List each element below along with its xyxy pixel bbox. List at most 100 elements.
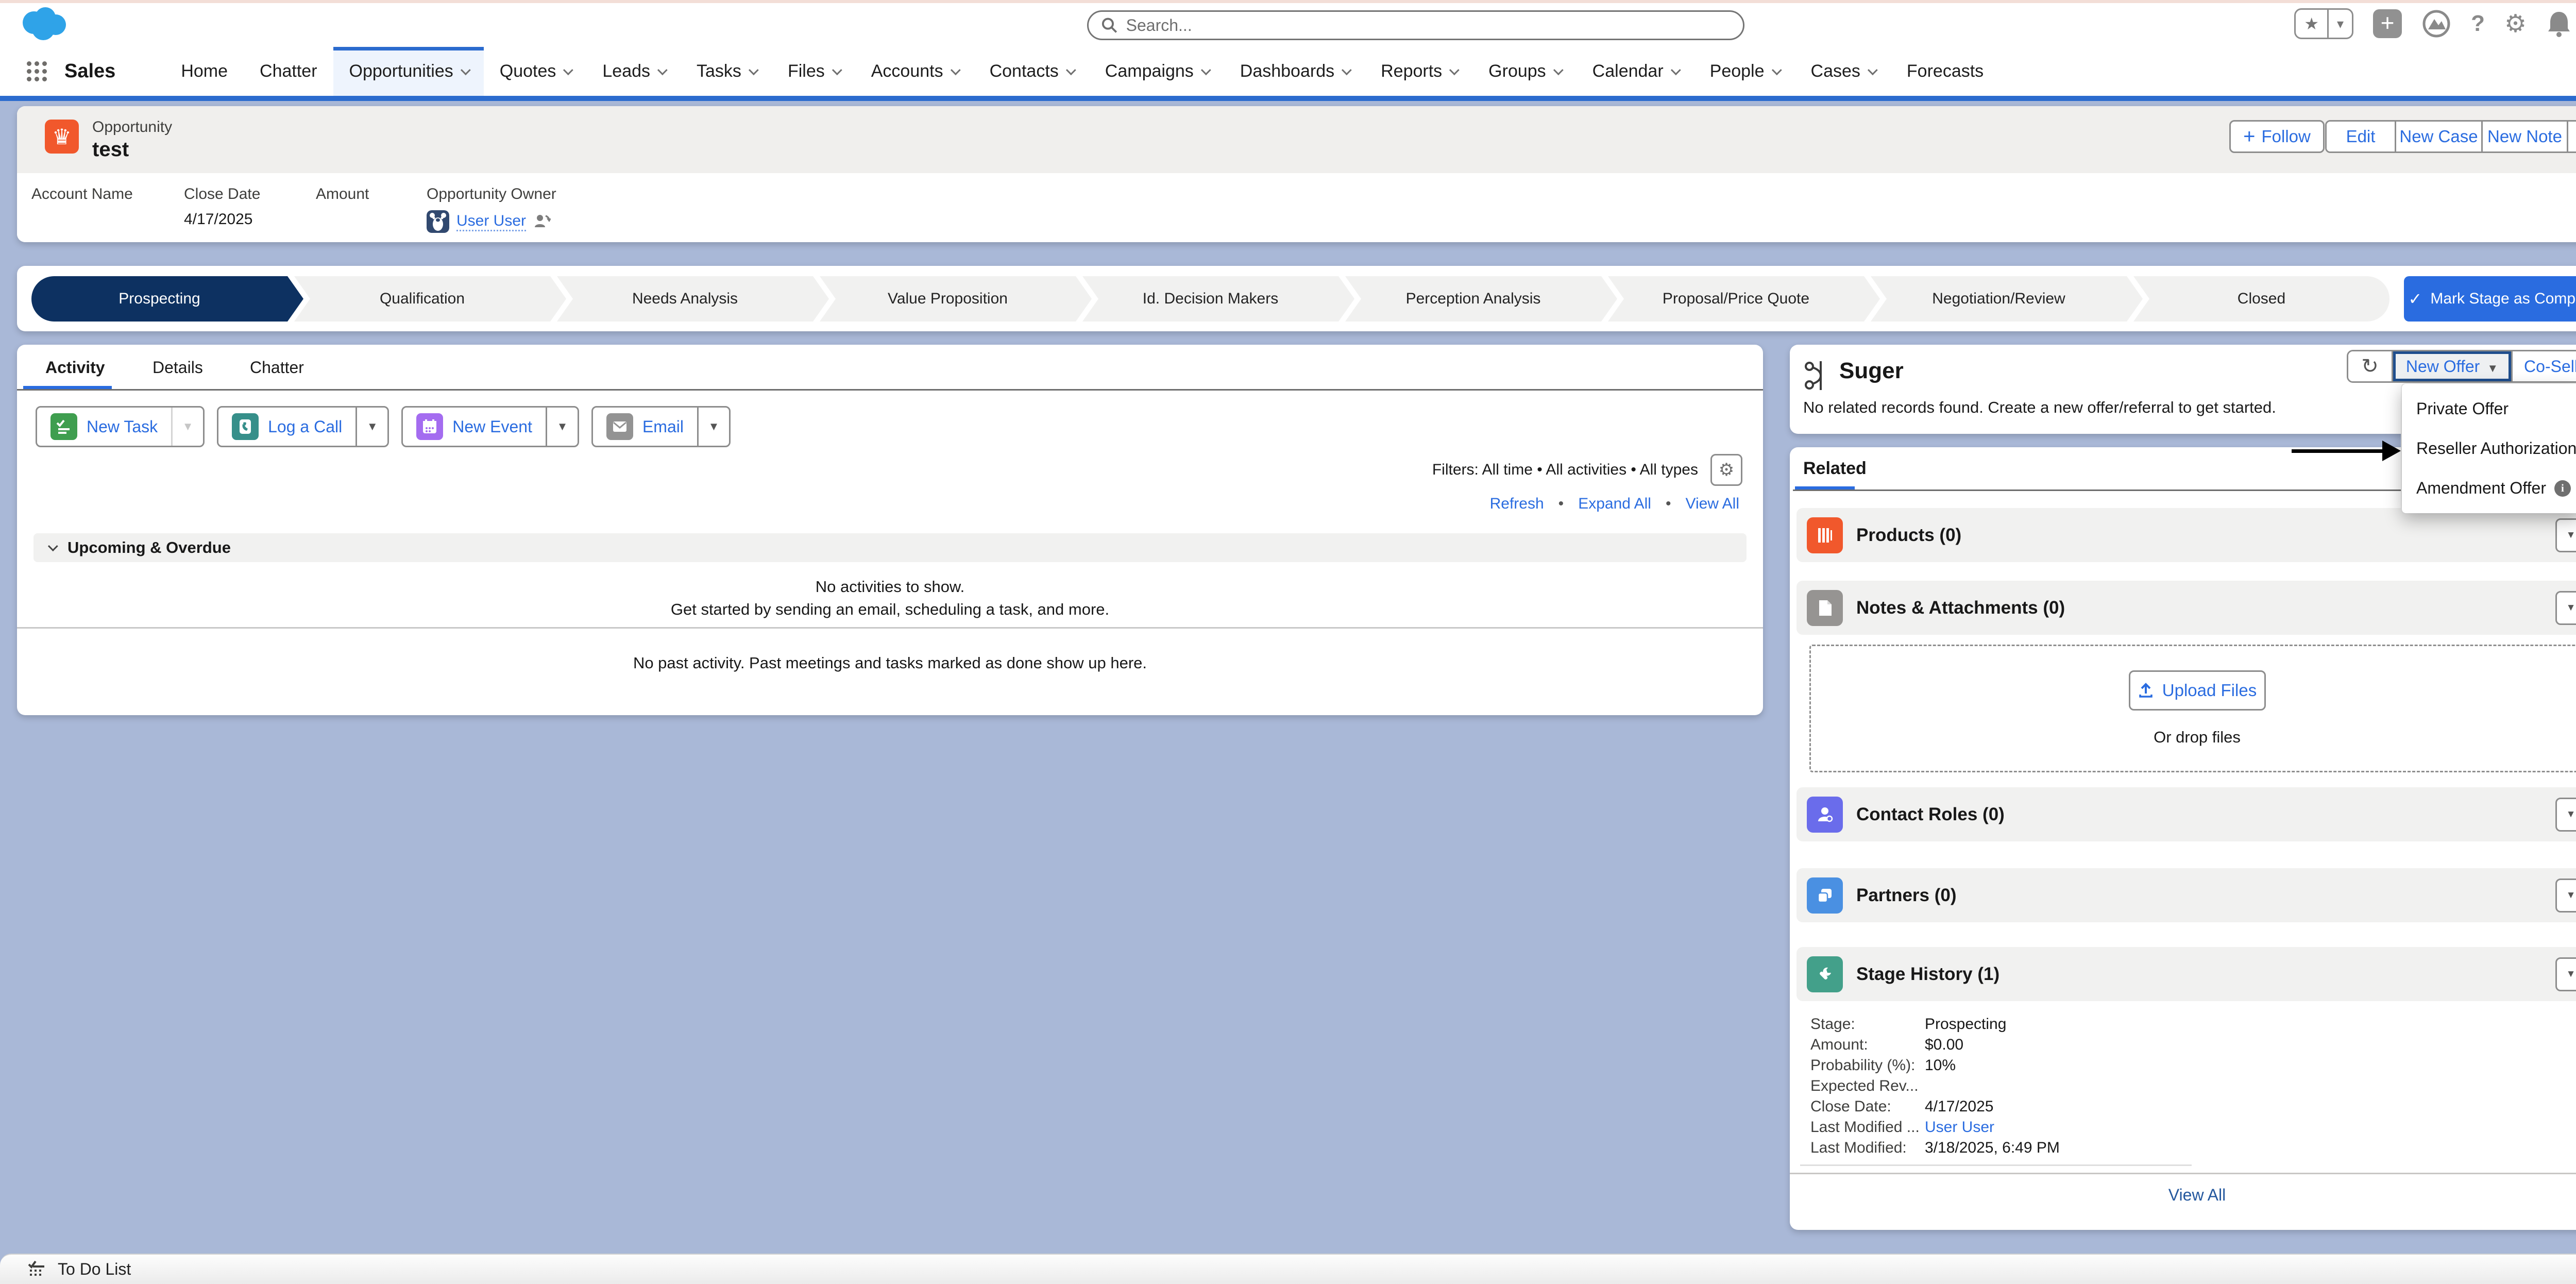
view-all-link[interactable]: View All	[2168, 1186, 2226, 1205]
suger-button-group: New Offer Co-Sell	[2347, 350, 2576, 383]
upload-files-button[interactable]: Upload Files	[2129, 670, 2266, 711]
new-event-dropdown[interactable]	[546, 408, 578, 446]
related-section-notes-attachments[interactable]: Notes & Attachments (0)	[1797, 581, 2576, 635]
path-stage[interactable]: Perception Analysis	[1345, 276, 1601, 322]
related-section-products[interactable]: Products (0)	[1797, 508, 2576, 562]
path-stage[interactable]: Value Proposition	[820, 276, 1076, 322]
owner-link[interactable]: User User	[456, 212, 526, 231]
tab-chatter[interactable]: Chatter	[250, 358, 304, 377]
upcoming-overdue-section[interactable]: Upcoming & Overdue	[33, 533, 1747, 562]
path-stage[interactable]: Negotiation/Review	[1871, 276, 2127, 322]
new-offer-button[interactable]: New Offer	[2392, 351, 2511, 381]
new-case-button[interactable]: New Case	[2395, 122, 2481, 151]
nav-chevron-icon[interactable]	[461, 65, 471, 75]
app-launcher-icon[interactable]	[27, 61, 47, 81]
path-stage[interactable]: Prospecting	[31, 276, 287, 322]
partners-actions-dropdown[interactable]	[2555, 878, 2576, 913]
edit-button[interactable]: Edit	[2327, 122, 2395, 151]
related-section-contact-roles[interactable]: Contact Roles (0)	[1797, 787, 2576, 841]
log-a-call-button[interactable]: Log a Call	[218, 408, 355, 446]
path-stage[interactable]: Qualification	[294, 276, 550, 322]
nav-chevron-icon[interactable]	[563, 65, 573, 75]
notifications-bell-icon[interactable]	[2546, 10, 2572, 38]
nav-tab[interactable]: Chatter	[244, 47, 333, 96]
menu-item[interactable]: Amendment Offer	[2402, 470, 2576, 506]
nav-chevron-icon[interactable]	[1771, 65, 1782, 75]
field-opportunity-owner: Opportunity Owner User User	[427, 185, 556, 233]
search-input[interactable]	[1126, 16, 1731, 35]
path-stage[interactable]: Proposal/Price Quote	[1608, 276, 1864, 322]
nav-chevron-icon[interactable]	[832, 65, 842, 75]
nav-tab[interactable]: Tasks	[681, 47, 772, 96]
app-name: Sales	[64, 60, 115, 82]
expand-all-link[interactable]: Expand All	[1578, 495, 1651, 513]
nav-tab[interactable]: Cases	[1795, 47, 1891, 96]
nav-chevron-icon[interactable]	[657, 65, 668, 75]
nav-chevron-icon[interactable]	[951, 65, 961, 75]
change-owner-icon[interactable]	[533, 213, 551, 230]
nav-chevron-icon[interactable]	[749, 65, 759, 75]
nav-chevron-icon[interactable]	[1066, 65, 1076, 75]
nav-chevron-icon[interactable]	[1553, 65, 1564, 75]
path-stage[interactable]: Closed	[2133, 276, 2389, 322]
nav-tab[interactable]: Leads	[586, 47, 681, 96]
new-task-dropdown[interactable]	[171, 408, 203, 446]
nav-tab[interactable]: Opportunities	[333, 47, 484, 96]
notes-actions-dropdown[interactable]	[2555, 591, 2576, 625]
view-all-activities-link[interactable]: View All	[1685, 495, 1739, 513]
file-drop-zone[interactable]: Upload Files Or drop files	[1809, 645, 2576, 772]
products-actions-dropdown[interactable]	[2555, 518, 2576, 552]
email-button[interactable]: Email	[593, 408, 697, 446]
co-sell-button[interactable]: Co-Sell	[2511, 351, 2576, 381]
related-section-stage-history[interactable]: Stage History (1)	[1797, 947, 2576, 1001]
nav-chevron-icon[interactable]	[1342, 65, 1352, 75]
quick-create-button[interactable]	[2373, 9, 2402, 38]
tab-related[interactable]: Related	[1803, 459, 1867, 479]
nav-tab[interactable]: Campaigns	[1089, 47, 1224, 96]
tab-activity[interactable]: Activity	[45, 358, 105, 377]
nav-tab[interactable]: Contacts	[974, 47, 1089, 96]
stage-history-actions-dropdown[interactable]	[2555, 957, 2576, 991]
new-event-button[interactable]: New Event	[403, 408, 546, 446]
global-search[interactable]	[1087, 10, 1744, 40]
email-dropdown[interactable]	[697, 408, 729, 446]
setup-gear-icon[interactable]	[2504, 9, 2527, 38]
contact-roles-actions-dropdown[interactable]	[2555, 798, 2576, 832]
nav-chevron-icon[interactable]	[1201, 65, 1211, 75]
log-a-call-dropdown[interactable]	[355, 408, 387, 446]
nav-tab[interactable]: Accounts	[855, 47, 974, 96]
new-note-button[interactable]: New Note	[2481, 122, 2567, 151]
nav-chevron-icon[interactable]	[1868, 65, 1878, 75]
trailhead-guidance-icon[interactable]	[2421, 9, 2451, 39]
path-stage[interactable]: Id. Decision Makers	[1082, 276, 1338, 322]
mark-stage-complete-button[interactable]: Mark Stage as Complete	[2404, 276, 2576, 322]
favorite-star-icon[interactable]	[2296, 10, 2327, 38]
to-do-list-label[interactable]: To Do List	[58, 1260, 131, 1279]
collapse-chevron-icon	[48, 541, 58, 551]
tab-details[interactable]: Details	[152, 358, 203, 377]
nav-tab[interactable]: Reports	[1365, 47, 1472, 96]
nav-tab[interactable]: Dashboards	[1224, 47, 1365, 96]
nav-chevron-icon[interactable]	[1449, 65, 1460, 75]
menu-item[interactable]: Private Offer	[2402, 391, 2576, 427]
path-stage[interactable]: Needs Analysis	[557, 276, 813, 322]
nav-tab[interactable]: Forecasts	[1891, 47, 1999, 96]
suger-refresh-button[interactable]	[2348, 351, 2392, 381]
nav-tab[interactable]: People	[1694, 47, 1795, 96]
more-actions-dropdown[interactable]	[2567, 122, 2576, 151]
activity-filter-settings-button[interactable]	[1710, 454, 1742, 486]
nav-chevron-icon[interactable]	[1671, 65, 1681, 75]
nav-tab[interactable]: Quotes	[484, 47, 587, 96]
help-icon[interactable]: ?	[2471, 11, 2485, 37]
new-task-button[interactable]: New Task	[37, 408, 171, 446]
favorites-dropdown-icon[interactable]	[2327, 10, 2352, 38]
nav-tab[interactable]: Calendar	[1577, 47, 1694, 96]
refresh-link[interactable]: Refresh	[1490, 495, 1544, 513]
follow-button[interactable]: Follow	[2229, 120, 2325, 153]
nav-tab[interactable]: Groups	[1472, 47, 1577, 96]
nav-tab[interactable]: Files	[772, 47, 855, 96]
related-section-partners[interactable]: Partners (0)	[1797, 868, 2576, 922]
menu-item[interactable]: Reseller Authorization	[2402, 431, 2576, 467]
favorites-control[interactable]	[2294, 8, 2353, 39]
nav-tab[interactable]: Home	[165, 47, 244, 96]
